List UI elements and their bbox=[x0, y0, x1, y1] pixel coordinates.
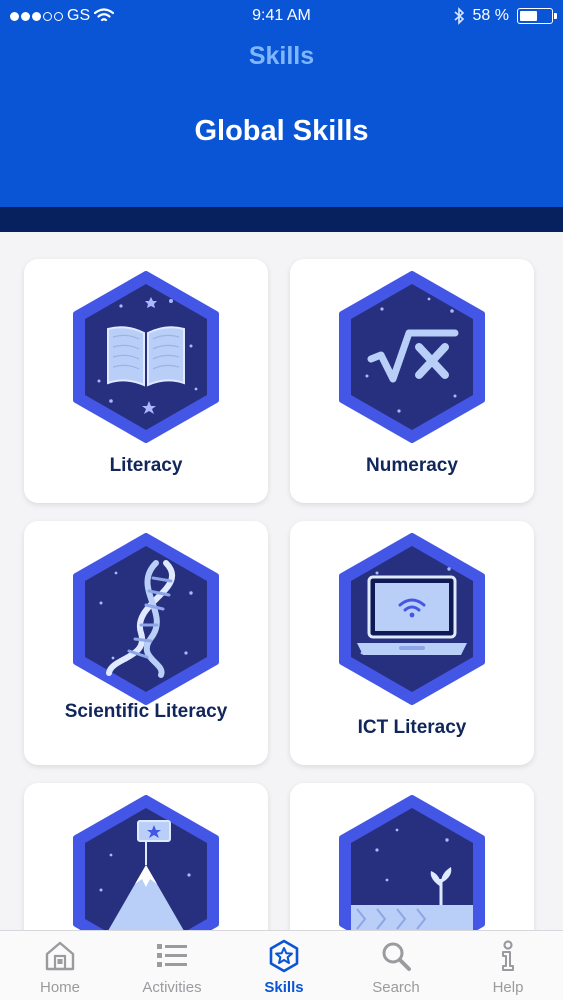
status-bar: GS 9:41 AM 58 % bbox=[0, 0, 563, 32]
skill-card-scientific-literacy[interactable]: Scientific Literacy bbox=[24, 521, 268, 765]
skills-grid: Literacy Numeracy Scientific Literacy IC… bbox=[0, 232, 563, 930]
home-icon bbox=[45, 941, 75, 971]
tab-label: Search bbox=[372, 979, 420, 996]
sprout-icon bbox=[339, 795, 485, 930]
tab-label: Activities bbox=[142, 979, 202, 996]
dna-icon bbox=[73, 533, 219, 705]
tab-home[interactable]: Home bbox=[10, 931, 110, 1000]
tab-label: Home bbox=[39, 979, 80, 996]
page-title: Global Skills bbox=[194, 115, 369, 147]
skill-card-growth[interactable] bbox=[290, 783, 534, 930]
star-badge-icon bbox=[269, 939, 299, 973]
skill-label: Scientific Literacy bbox=[64, 701, 228, 722]
skill-card-goals[interactable] bbox=[24, 783, 268, 930]
skill-label: Numeracy bbox=[366, 455, 458, 476]
skill-card-ict-literacy[interactable]: ICT Literacy bbox=[290, 521, 534, 765]
square-root-x-icon bbox=[339, 271, 485, 443]
search-icon bbox=[382, 942, 411, 971]
tab-help[interactable]: Help bbox=[458, 931, 558, 1000]
skill-card-literacy[interactable]: Literacy bbox=[24, 259, 268, 503]
tab-skills[interactable]: Skills bbox=[234, 931, 334, 1000]
bluetooth-icon bbox=[454, 7, 464, 25]
skill-card-numeracy[interactable]: Numeracy bbox=[290, 259, 534, 503]
laptop-wifi-icon bbox=[339, 533, 485, 705]
tab-label: Skills bbox=[264, 979, 304, 996]
info-icon bbox=[502, 940, 514, 971]
tab-search[interactable]: Search bbox=[346, 931, 446, 1000]
header-divider-band bbox=[0, 207, 563, 232]
skill-label: ICT Literacy bbox=[357, 717, 467, 738]
battery-level-fill bbox=[520, 11, 537, 21]
tab-activities[interactable]: Activities bbox=[122, 931, 222, 1000]
status-right: 58 % bbox=[453, 7, 557, 25]
skill-label: Literacy bbox=[109, 455, 183, 476]
header: GS 9:41 AM 58 % Skills Global Skills bbox=[0, 0, 563, 207]
tab-label: Help bbox=[492, 979, 524, 996]
book-icon bbox=[73, 271, 219, 443]
mountain-flag-icon bbox=[73, 795, 219, 930]
battery-percent: 58 % bbox=[472, 7, 509, 24]
list-icon bbox=[157, 944, 187, 967]
tab-bar: Home Activities Skills Search Help bbox=[0, 930, 563, 1000]
nav-title: Skills bbox=[248, 42, 315, 70]
battery-icon bbox=[517, 8, 557, 24]
